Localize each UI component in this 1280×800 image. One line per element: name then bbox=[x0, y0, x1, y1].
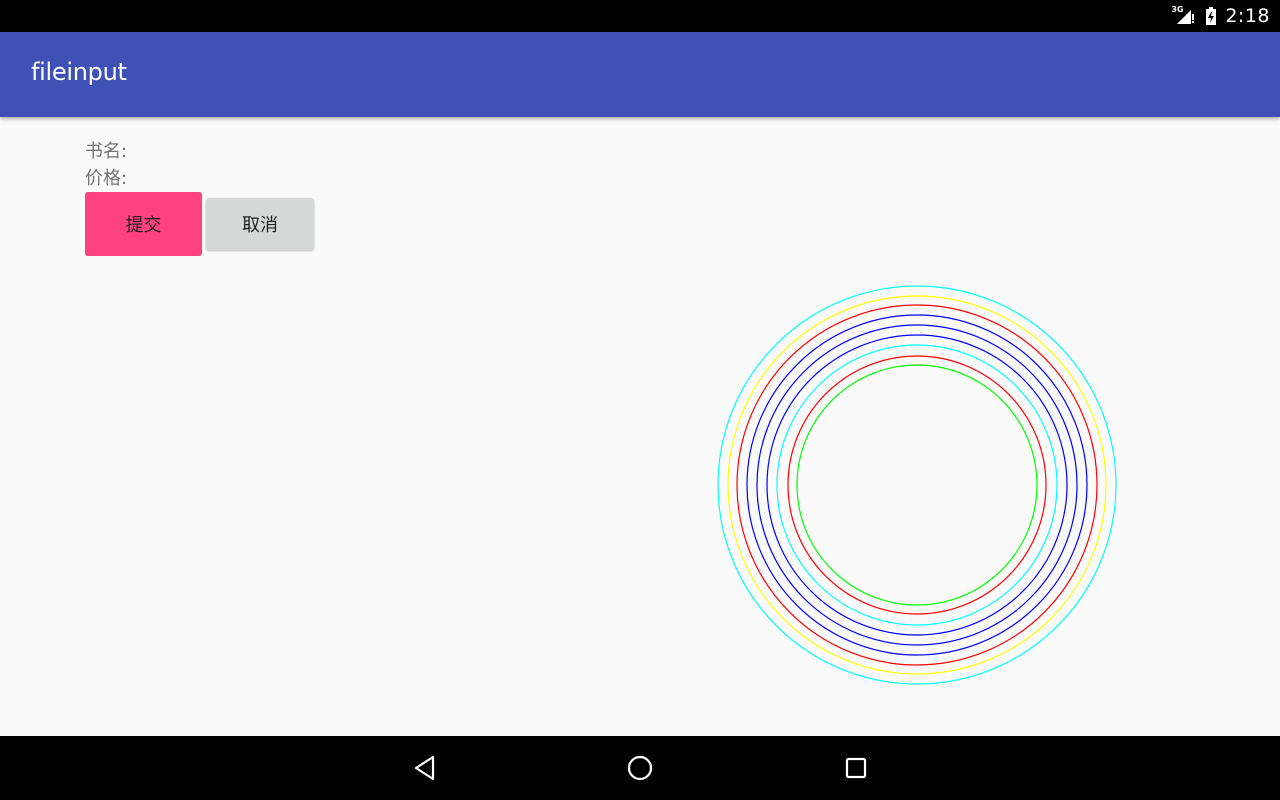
ring-5 bbox=[756, 324, 1078, 646]
ring-4 bbox=[746, 314, 1088, 656]
status-bar: 3G 2:18 bbox=[0, 0, 1280, 32]
circles-canvas bbox=[700, 270, 1140, 710]
book-name-label: 书名: bbox=[85, 141, 128, 162]
ring-6 bbox=[766, 334, 1068, 636]
submit-button[interactable]: 提交 bbox=[85, 192, 202, 256]
ring-1 bbox=[717, 285, 1117, 685]
battery-icon bbox=[1205, 6, 1217, 26]
cancel-button[interactable]: 取消 bbox=[206, 198, 314, 250]
status-icons: 3G 2:18 bbox=[1171, 0, 1270, 32]
home-icon bbox=[627, 755, 653, 781]
app-title: fileinput bbox=[31, 58, 127, 86]
price-label: 价格: bbox=[85, 168, 128, 189]
ring-2 bbox=[727, 295, 1107, 675]
recents-icon bbox=[845, 757, 867, 779]
back-icon bbox=[414, 755, 435, 781]
ring-8 bbox=[787, 355, 1047, 615]
navigation-bar bbox=[0, 736, 1280, 800]
recents-button[interactable] bbox=[836, 748, 876, 788]
clock: 2:18 bbox=[1225, 5, 1270, 27]
ring-9 bbox=[796, 364, 1038, 606]
concentric-circles bbox=[717, 285, 1117, 685]
app-bar: fileinput bbox=[0, 32, 1280, 117]
ring-3 bbox=[736, 304, 1098, 666]
signal-icon: 3G bbox=[1171, 5, 1197, 26]
home-button[interactable] bbox=[620, 748, 660, 788]
back-button[interactable] bbox=[405, 748, 445, 788]
ring-7 bbox=[776, 344, 1058, 626]
device-screen: 3G 2:18 fileinput 书名: 价格: 提交 取消 bbox=[0, 0, 1280, 800]
